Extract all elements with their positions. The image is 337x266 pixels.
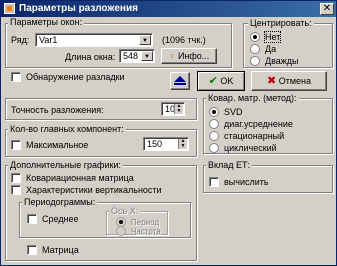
cov-option-diag[interactable]: диаг.усреднение: [209, 119, 293, 129]
chevron-down-icon[interactable]: ▼: [141, 51, 153, 61]
series-count: (1096 тчк.): [162, 35, 206, 45]
gap-detection-checkbox[interactable]: Обнаружение разладки: [11, 72, 125, 82]
app-icon: [4, 3, 15, 14]
checkbox-icon: [11, 72, 21, 82]
info-button-label: Инфо...: [177, 51, 210, 61]
checkbox-icon: [11, 185, 21, 195]
average-checkbox[interactable]: Среднее: [27, 214, 79, 224]
cancel-x-icon: ✖: [266, 75, 277, 87]
up-arrow-icon: [174, 76, 186, 85]
components-value: 150: [147, 139, 163, 149]
matrix-checkbox[interactable]: Матрица: [27, 245, 79, 255]
accuracy-spin[interactable]: 10 ▲ ▼: [161, 102, 185, 116]
cov-option-cyclic[interactable]: циклический: [209, 143, 277, 153]
cov-option-stationary[interactable]: стационарный: [209, 131, 284, 141]
checkbox-icon: [27, 214, 37, 224]
radio-icon: [116, 226, 126, 236]
checkbox-icon: [27, 245, 37, 255]
center-option-twice[interactable]: Дважды: [250, 56, 299, 66]
spin-arrows-icon[interactable]: ▲ ▼: [178, 139, 187, 149]
axis-x-title: Ось X:: [109, 206, 141, 216]
cancel-button[interactable]: ✖ Отмена: [251, 71, 327, 91]
cov-option-svd[interactable]: SVD: [209, 107, 243, 117]
radio-icon: [209, 131, 219, 141]
accuracy-label: Точность разложения:: [11, 105, 104, 115]
window-length-label: Длина окна:: [65, 52, 116, 62]
checkbox-icon: [11, 140, 21, 150]
radio-icon: [250, 56, 260, 66]
series-label: Ряд:: [11, 35, 30, 45]
checkmark-icon: ✔: [208, 75, 218, 87]
spin-arrows-icon[interactable]: ▲ ▼: [174, 104, 183, 114]
title-bar: Параметры разложения ✕: [1, 1, 336, 17]
dialog-window: Параметры разложения ✕ Параметры окон: Р…: [0, 0, 337, 266]
max-components-checkbox[interactable]: Максимальное: [11, 140, 88, 150]
et-title: Вклад ЕТ:: [206, 160, 253, 170]
key-icon: ♀: [168, 51, 176, 61]
window-title: Параметры разложения: [19, 3, 138, 14]
radio-icon: [250, 32, 260, 42]
series-select[interactable]: Var1 ▼: [35, 33, 153, 47]
center-option-yes[interactable]: Да: [250, 44, 276, 54]
radio-icon: [209, 119, 219, 129]
radio-icon: [209, 143, 219, 153]
axis-option-frequency[interactable]: Частота: [116, 226, 161, 236]
cov-method-title: Ковар. матр. (метод):: [206, 93, 299, 103]
info-button[interactable]: ♀ Инфо...: [161, 48, 217, 64]
vert-chars-checkbox[interactable]: Характеристики вертикальности: [11, 185, 162, 195]
extra-graphs-title: Дополнительные графики:: [8, 160, 123, 170]
close-button[interactable]: ✕: [320, 3, 334, 15]
series-value: Var1: [39, 35, 58, 45]
radio-icon: [209, 107, 219, 117]
components-title: Кол-во главных компонент:: [8, 124, 126, 134]
center-option-none[interactable]: Нет: [250, 31, 282, 43]
window-length-input[interactable]: 548 ▼: [119, 49, 155, 63]
periodograms-title: Периодограммы:: [22, 197, 98, 207]
compute-et-checkbox[interactable]: вычислить: [209, 177, 269, 187]
checkbox-icon: [209, 177, 219, 187]
checkbox-icon: [11, 173, 21, 183]
ok-button[interactable]: ✔ OK: [197, 71, 245, 91]
ok-label: OK: [220, 76, 234, 86]
chevron-down-icon[interactable]: ▼: [139, 35, 151, 45]
cancel-label: Отмена: [278, 76, 312, 86]
up-arrow-button[interactable]: [170, 72, 190, 90]
radio-icon: [250, 44, 260, 54]
cov-matrix-checkbox[interactable]: Ковариационная матрица: [11, 173, 134, 183]
components-spin[interactable]: 150 ▲ ▼: [143, 137, 189, 151]
window-params-title: Параметры окон:: [8, 17, 84, 27]
window-length-value: 548: [123, 51, 139, 61]
center-title: Центрировать:: [248, 18, 314, 28]
